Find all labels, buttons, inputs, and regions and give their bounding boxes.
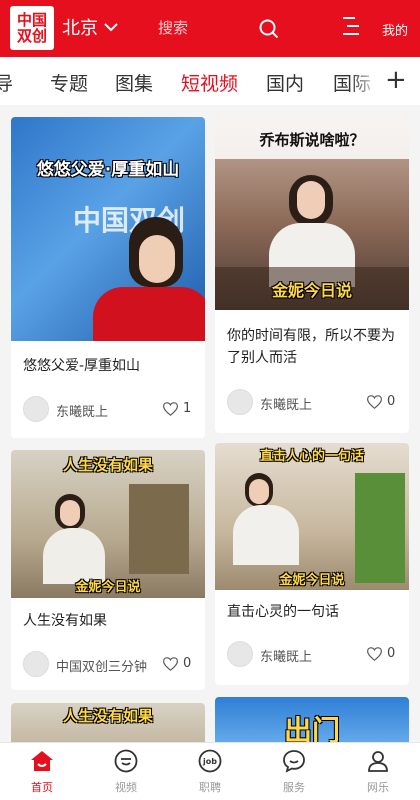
logo-text-line1: 中国: [16, 11, 47, 29]
author-name: 东曦既上: [260, 650, 313, 665]
video-card[interactable]: 直击人心的一句话 金妮今日说 直击心灵的一句话 东曦既上 0: [215, 443, 409, 685]
nav-service-label: 服务: [283, 781, 305, 794]
heart-icon: [367, 646, 382, 661]
nav-video-label: 视频: [115, 781, 137, 794]
thumbnail-caption: 人生没有如果: [62, 707, 153, 725]
nav-home[interactable]: 首页: [12, 749, 72, 795]
nav-service[interactable]: 服务: [264, 749, 324, 795]
add-tab-button[interactable]: +: [385, 65, 407, 95]
nav-video[interactable]: 视频: [96, 749, 156, 795]
presenter-face: [139, 235, 175, 283]
svg-text:job: job: [202, 757, 217, 766]
presenter-body: [93, 287, 205, 341]
presenter-face: [249, 479, 269, 504]
like-button[interactable]: 0: [367, 394, 395, 409]
chat-bubble-icon: [283, 750, 305, 773]
presenter-body: [233, 505, 299, 565]
bottom-navigation: 首页 视频 job 职聘 服务 网乐: [0, 742, 420, 800]
author-name: 东曦既上: [260, 398, 313, 413]
nav-jobs[interactable]: job 职聘: [180, 749, 240, 795]
thumbnail-badge: 金妮今日说: [271, 281, 352, 300]
avatar: [227, 389, 253, 415]
my-account-link[interactable]: 我的: [382, 20, 408, 39]
thumbnail-badge: 金妮今日说: [279, 573, 345, 588]
app-logo[interactable]: 中国 双创: [10, 6, 54, 50]
avatar: [23, 396, 49, 422]
tab-domestic[interactable]: 国内: [266, 69, 304, 96]
heart-icon: [163, 401, 178, 416]
thumbnail-caption: 直击人心的一句话: [259, 449, 364, 464]
city-label: 北京: [62, 18, 98, 39]
tab-short-video[interactable]: 短视频: [181, 69, 238, 96]
video-thumbnail[interactable]: 悠悠父爱·厚重如山 中国双创: [11, 117, 205, 341]
thumbnail-caption: 悠悠父爱·厚重如山: [36, 160, 180, 180]
presenter-face: [297, 181, 325, 219]
presenter-face: [60, 500, 80, 526]
nav-jobs-label: 职聘: [199, 781, 221, 794]
tab-gallery[interactable]: 图集: [115, 69, 153, 96]
search-placeholder[interactable]: 搜索: [158, 17, 188, 38]
like-count: 0: [387, 646, 396, 661]
chevron-down-icon: [104, 22, 118, 31]
card-title[interactable]: 你的时间有限，所以不要为了别人而活: [227, 325, 397, 369]
city-selector[interactable]: 北京: [62, 14, 118, 40]
video-icon: [114, 749, 138, 773]
like-count: 0: [183, 656, 192, 671]
user-icon: [368, 751, 388, 772]
avatar: [227, 641, 253, 667]
category-tabs: 导 专题 图集 短视频 国内 国际 +: [0, 57, 420, 105]
thumbnail-caption: 乔布斯说啥啦？: [259, 131, 365, 149]
bookshelf: [129, 484, 189, 574]
nav-home-label: 首页: [31, 781, 53, 794]
tab-partial[interactable]: 导: [0, 69, 13, 96]
thumbnail-badge: 金妮今日说: [75, 580, 141, 595]
like-button[interactable]: 0: [367, 646, 395, 661]
nav-fun-label: 网乐: [367, 781, 389, 794]
like-count: 0: [387, 394, 396, 409]
video-card[interactable]: 乔布斯说啥啦？ 金妮今日说 你的时间有限，所以不要为了别人而活 东曦既上 0: [215, 117, 409, 433]
top-header: 中国 双创 北京 搜索 我的: [0, 0, 420, 57]
tabs-fade: [350, 57, 380, 105]
video-thumbnail[interactable]: 乔布斯说啥啦？ 金妮今日说: [215, 117, 409, 310]
tab-topics[interactable]: 专题: [50, 69, 88, 96]
video-thumbnail[interactable]: 直击人心的一句话 金妮今日说: [215, 443, 409, 590]
card-title[interactable]: 直击心灵的一句话: [227, 601, 397, 623]
like-button[interactable]: 1: [163, 401, 191, 416]
video-card[interactable]: 人生没有如果 金妮今日说 人生没有如果 中国双创三分钟 0: [11, 450, 205, 690]
video-thumbnail[interactable]: 人生没有如果 金妮今日说: [11, 450, 205, 598]
nav-fun[interactable]: 网乐: [348, 749, 408, 795]
author-name: 东曦既上: [56, 405, 109, 420]
card-title[interactable]: 人生没有如果: [23, 610, 193, 632]
like-count: 1: [183, 401, 192, 416]
heart-icon: [163, 656, 178, 671]
like-button[interactable]: 0: [163, 656, 191, 671]
author-name: 中国双创三分钟: [56, 660, 148, 675]
plant: [355, 473, 405, 583]
home-icon: [31, 751, 53, 771]
job-icon: job: [198, 749, 222, 773]
logo-text-line2: 双创: [16, 27, 47, 45]
menu-icon[interactable]: [343, 15, 359, 37]
video-card[interactable]: 悠悠父爱·厚重如山 中国双创 悠悠父爱-厚重如山 东曦既上 1: [11, 117, 205, 438]
search-icon[interactable]: [259, 19, 279, 39]
card-title[interactable]: 悠悠父爱-厚重如山: [23, 355, 193, 377]
thumbnail-caption: 人生没有如果: [62, 456, 153, 474]
heart-icon: [367, 394, 382, 409]
avatar: [23, 651, 49, 677]
